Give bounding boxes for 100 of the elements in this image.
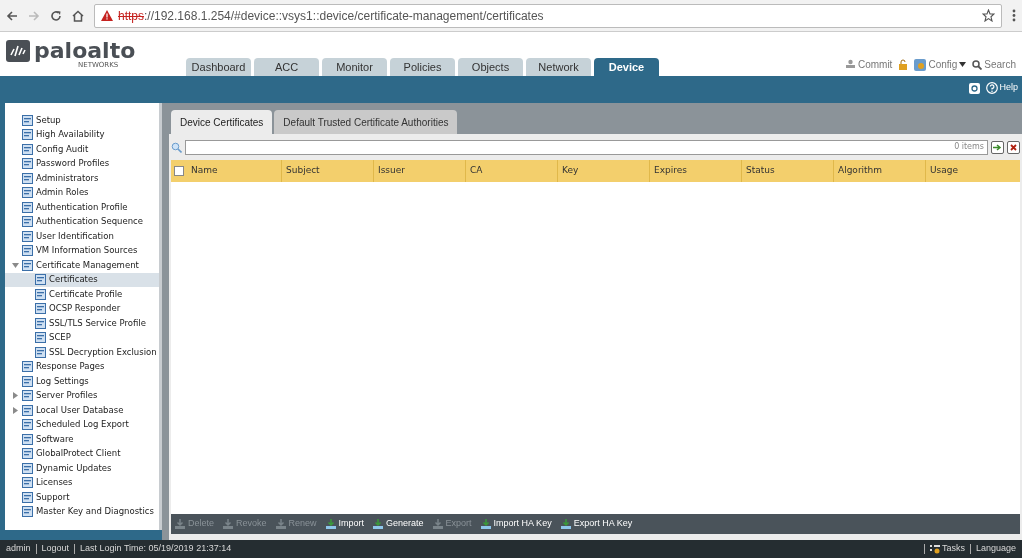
toolbar-button[interactable]: Import [325, 517, 365, 531]
help-button[interactable]: Help [986, 81, 1018, 95]
column-header[interactable]: Issuer [373, 160, 465, 182]
tree-item[interactable]: Log Settings [5, 374, 159, 389]
tree-item[interactable]: Response Pages [5, 359, 159, 374]
toolbar-button[interactable]: Generate [373, 517, 424, 531]
download-icon [223, 519, 233, 529]
tree-item[interactable]: Server Profiles [5, 388, 159, 403]
commit-button[interactable]: Commit [844, 57, 893, 72]
clear-filter-button[interactable] [1007, 140, 1020, 154]
page-icon [22, 433, 33, 445]
expanded-caret-icon[interactable] [11, 261, 19, 269]
search-icon [972, 59, 983, 70]
tree-item[interactable]: SCEP [5, 330, 159, 345]
column-header[interactable]: Name [187, 160, 281, 182]
download-icon [432, 519, 443, 529]
column-header[interactable]: Key [557, 160, 649, 182]
column-header[interactable]: Usage [925, 160, 1017, 182]
toolbar-button[interactable]: Export HA Key [560, 517, 633, 531]
page-icon [22, 375, 33, 387]
tree-item[interactable]: Certificate Profile [5, 287, 159, 302]
nav-tab[interactable]: Network [526, 58, 591, 76]
arrow-icon [993, 143, 1002, 151]
page-icon [22, 216, 33, 228]
download-icon [480, 519, 491, 529]
tree-item[interactable]: Certificate Management [5, 258, 159, 273]
help-icon [986, 82, 999, 94]
nav-tab[interactable]: ACC [254, 58, 319, 76]
language-link[interactable]: Language [975, 542, 1016, 556]
logout-link[interactable]: Logout [41, 542, 70, 556]
sub-tab[interactable]: Default Trusted Certificate Authorities [274, 110, 458, 134]
home-icon[interactable] [72, 9, 84, 22]
page-icon [22, 506, 33, 518]
lock-icon[interactable] [898, 59, 909, 70]
page-icon [22, 158, 33, 170]
tree-item[interactable]: Dynamic Updates [5, 461, 159, 476]
nav-tab[interactable]: Device [594, 58, 659, 76]
tree-item[interactable]: OCSP Responder [5, 301, 159, 316]
tree-item[interactable]: Software [5, 432, 159, 447]
config-button[interactable]: Config [914, 57, 967, 72]
tree-item[interactable]: Password Profiles [5, 156, 159, 171]
column-header[interactable]: Algorithm [833, 160, 925, 182]
last-login-text: Last Login Time: 05/19/2019 21:37:14 [80, 542, 232, 556]
column-header[interactable]: Expires [649, 160, 741, 182]
nav-tab[interactable]: Dashboard [186, 58, 251, 76]
tree-item[interactable]: GlobalProtect Client [5, 446, 159, 461]
column-header[interactable]: Status [741, 160, 833, 182]
tree-item[interactable]: Setup [5, 113, 159, 128]
nav-tab[interactable]: Objects [458, 58, 523, 76]
download-icon [560, 519, 571, 529]
filter-field[interactable]: 0 items [185, 139, 988, 155]
sub-tab[interactable]: Device Certificates [171, 110, 273, 134]
page-icon [35, 288, 46, 300]
tree-item[interactable]: Licenses [5, 475, 159, 490]
tree-item[interactable]: Scheduled Log Export [5, 417, 159, 432]
tree-item[interactable]: Local User Database [5, 403, 159, 418]
nav-tab[interactable]: Monitor [322, 58, 387, 76]
page-icon [35, 274, 46, 286]
star-icon[interactable] [982, 9, 995, 22]
search-button[interactable]: Search [972, 57, 1016, 72]
tasks-button[interactable]: Tasks [929, 542, 965, 556]
tree-item[interactable]: Authentication Sequence [5, 214, 159, 229]
apply-filter-button[interactable] [991, 140, 1004, 154]
reload-icon[interactable] [50, 9, 62, 22]
column-header[interactable]: Subject [281, 160, 373, 182]
select-all-checkbox[interactable] [174, 166, 184, 176]
page-icon [22, 448, 33, 460]
page-icon [35, 303, 46, 315]
page-icon [22, 404, 33, 416]
download-icon [373, 519, 384, 529]
tree-item[interactable]: SSL Decryption Exclusion [5, 345, 159, 360]
page-icon [22, 245, 33, 257]
tree-item[interactable]: SSL/TLS Service Profile [5, 316, 159, 331]
page-icon [35, 346, 46, 358]
nav-tab[interactable]: Policies [390, 58, 455, 76]
tree-item[interactable]: Support [5, 490, 159, 505]
page-icon [22, 390, 33, 402]
tree-item[interactable]: Administrators [5, 171, 159, 186]
tree-item[interactable]: Master Key and Diagnostics [5, 504, 159, 519]
page-icon [22, 230, 33, 242]
search-icon [171, 141, 182, 153]
tree-item[interactable]: High Availability [5, 127, 159, 142]
tree-item[interactable]: Certificates [5, 272, 159, 287]
menu-icon[interactable] [1012, 9, 1016, 22]
tree-item[interactable]: Config Audit [5, 142, 159, 157]
page-icon [22, 201, 33, 213]
url-text: https://192.168.1.254/#device::vsys1::device/certificate-management/certificates [118, 7, 544, 25]
warning-icon [101, 10, 113, 21]
tree-item[interactable]: VM Information Sources [5, 243, 159, 258]
tree-item[interactable]: User Identification [5, 229, 159, 244]
page-icon [22, 361, 33, 373]
username-text: admin [6, 542, 31, 556]
tree-item[interactable]: Authentication Profile [5, 200, 159, 215]
page-icon [22, 129, 33, 141]
column-header[interactable]: CA [465, 160, 557, 182]
toolbar-button[interactable]: Import HA Key [480, 517, 552, 531]
address-bar[interactable]: https://192.168.1.254/#device::vsys1::device/certificate-management/certificates [94, 3, 1002, 28]
back-icon[interactable] [6, 9, 18, 22]
tree-item[interactable]: Admin Roles [5, 185, 159, 200]
download-icon [275, 519, 286, 529]
